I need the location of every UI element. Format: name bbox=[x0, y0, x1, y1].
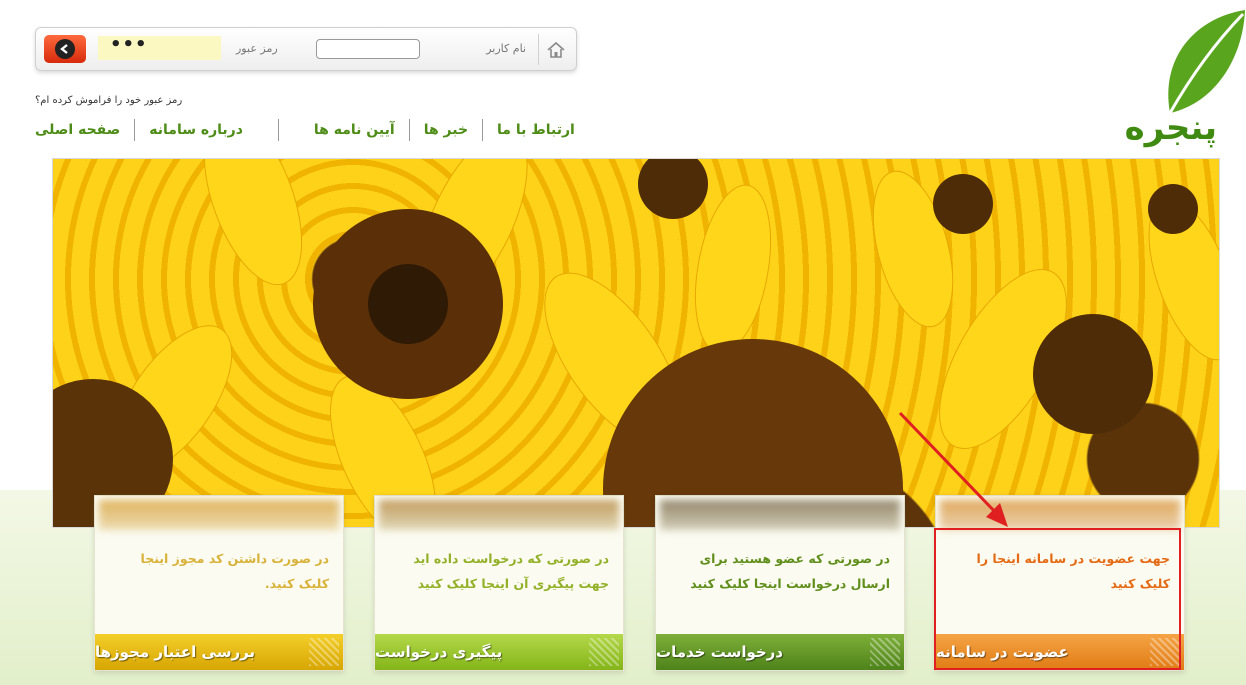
nav-home[interactable]: صفحه اصلی bbox=[35, 122, 120, 138]
card-header-blur bbox=[660, 500, 900, 530]
nav-divider bbox=[482, 119, 484, 141]
service-request-button[interactable]: درخواست خدمات bbox=[656, 634, 904, 670]
home-button[interactable] bbox=[538, 34, 572, 65]
leaf-icon bbox=[1168, 10, 1245, 114]
tracking-button[interactable]: پیگیری درخواست bbox=[375, 634, 623, 670]
main-nav: صفحه اصلی درباره سامانه آیین نامه ها خبر… bbox=[35, 116, 675, 144]
nav-news[interactable]: خبر ها bbox=[424, 122, 468, 138]
username-label: نام کاربر bbox=[486, 42, 526, 55]
license-check-card[interactable]: در صورت داشتن کد مجوز اینجا کلیک کنید. ب… bbox=[94, 495, 344, 671]
sunflower-banner bbox=[52, 158, 1220, 528]
arrow-left-icon bbox=[60, 44, 68, 54]
service-request-card[interactable]: در صورتی که عضو هستید برای ارسال درخواست… bbox=[655, 495, 905, 671]
login-button[interactable] bbox=[44, 35, 86, 63]
nav-rules[interactable]: آیین نامه ها bbox=[314, 122, 395, 138]
home-icon bbox=[546, 41, 565, 58]
nav-divider bbox=[277, 119, 279, 141]
password-label: رمز عبور bbox=[236, 42, 278, 55]
card-header-blur bbox=[379, 500, 619, 530]
license-check-text: در صورت داشتن کد مجوز اینجا کلیک کنید. bbox=[140, 551, 329, 591]
highlight-box bbox=[934, 528, 1181, 670]
logo-text: پنجره bbox=[1124, 108, 1217, 148]
red-arrow-icon bbox=[898, 411, 1008, 527]
card-header-blur bbox=[99, 500, 339, 530]
nav-divider bbox=[134, 119, 136, 141]
login-bar: نام کاربر رمز عبور ••• bbox=[35, 27, 577, 71]
tracking-text: در صورتی که درخواست داده اید جهت پیگیری … bbox=[413, 551, 609, 591]
nav-divider bbox=[408, 119, 410, 141]
sunflower-image bbox=[53, 159, 1219, 527]
service-request-text: در صورتی که عضو هستید برای ارسال درخواست… bbox=[690, 551, 890, 591]
tracking-card[interactable]: در صورتی که درخواست داده اید جهت پیگیری … bbox=[374, 495, 624, 671]
nav-contact[interactable]: ارتباط با ما bbox=[497, 122, 575, 138]
nav-about[interactable]: درباره سامانه bbox=[149, 122, 243, 138]
forgot-password-link[interactable]: رمز عبور خود را فراموش کرده ام؟ bbox=[35, 95, 182, 106]
site-logo[interactable]: پنجره bbox=[1075, 8, 1245, 148]
license-check-button[interactable]: بررسی اعتبار مجوزها bbox=[95, 634, 343, 670]
password-input[interactable]: ••• bbox=[98, 36, 221, 60]
username-input[interactable] bbox=[316, 39, 420, 59]
